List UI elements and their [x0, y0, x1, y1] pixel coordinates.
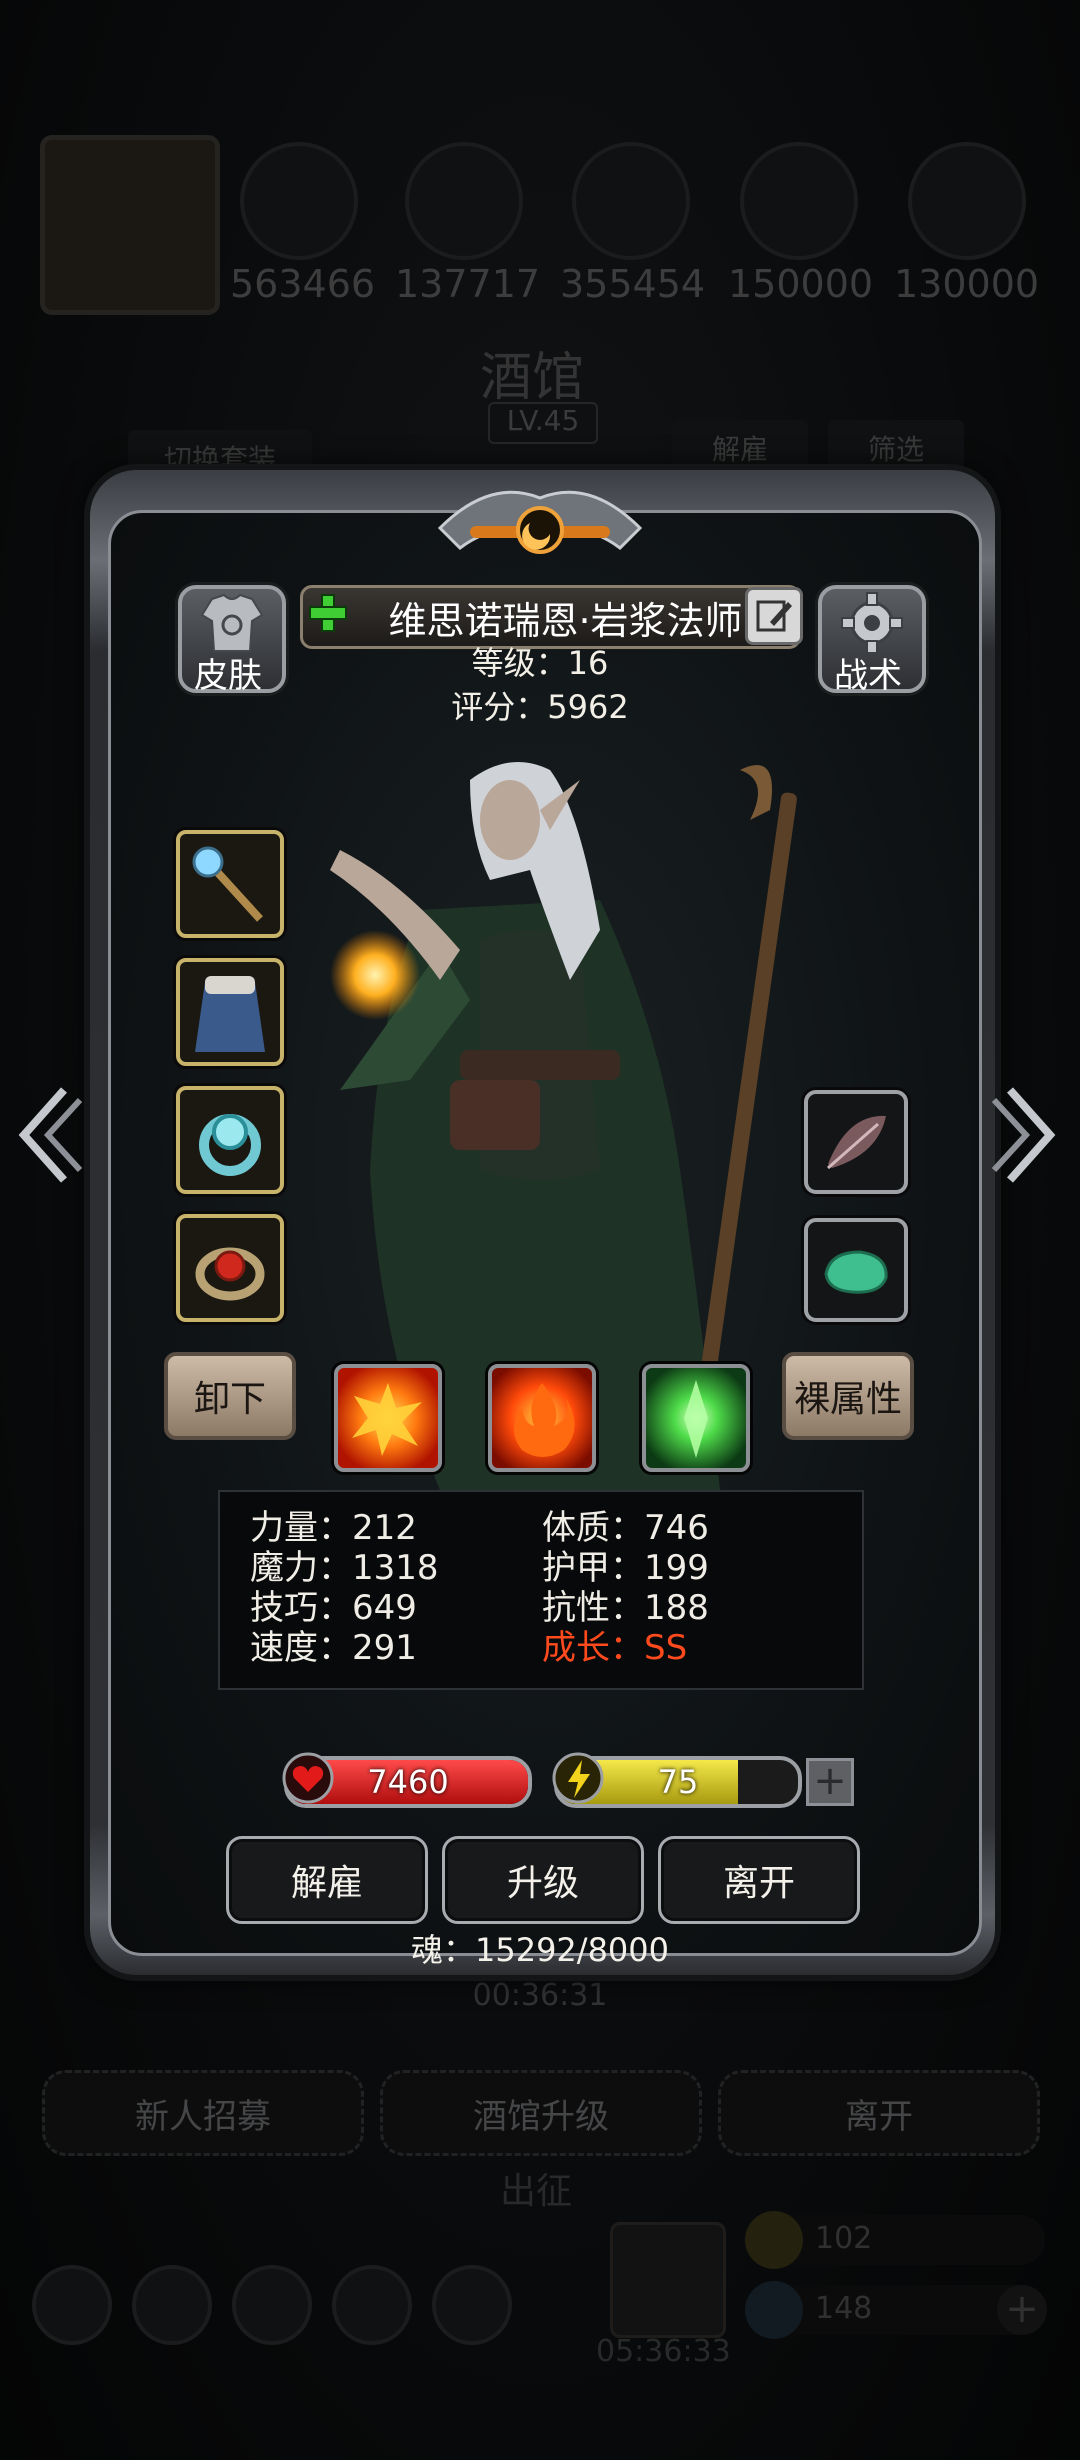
- unequip-button[interactable]: 卸下: [164, 1352, 296, 1440]
- crest-ornament: [437, 490, 643, 554]
- hero-level: 等级：16: [471, 644, 609, 682]
- plus-icon: [309, 594, 347, 632]
- skill-slot-2[interactable]: [488, 1364, 596, 1472]
- stats-panel: 力量：212 魔力：1318 技巧：649 速度：291 体质：746 护甲：1…: [218, 1490, 864, 1690]
- skill-slot-1[interactable]: [334, 1364, 442, 1472]
- upgrade-button[interactable]: 升级: [442, 1836, 644, 1924]
- hero-name: 维思诺瑞恩·岩浆法师: [388, 598, 743, 643]
- next-hero-arrow[interactable]: [990, 1080, 1060, 1190]
- stat-growth: 成长：SS: [542, 1628, 688, 1668]
- equip-slot-ring-2[interactable]: [176, 1214, 284, 1322]
- dismiss-button[interactable]: 解雇: [226, 1836, 428, 1924]
- ring-icon: [199, 1114, 261, 1176]
- explosion-icon: [352, 1383, 422, 1456]
- rename-button[interactable]: [745, 587, 803, 645]
- fire-orb-glow: [330, 930, 420, 1020]
- green-crystal-icon: [684, 1380, 708, 1458]
- staff-icon: [192, 846, 263, 922]
- skill-slot-3[interactable]: [642, 1364, 750, 1472]
- heart-icon: [282, 1752, 334, 1804]
- leave-button[interactable]: 离开: [658, 1836, 860, 1924]
- equip-slot-ring-1[interactable]: [176, 1086, 284, 1194]
- hero-score: 评分：5962: [451, 688, 629, 726]
- equip-slot-accessory-2[interactable]: [804, 1218, 908, 1322]
- feather-icon: [827, 1115, 886, 1170]
- soul-counter: 魂：15292/8000: [410, 1931, 670, 1969]
- jade-stone-icon: [824, 1250, 888, 1294]
- lightning-icon: [552, 1752, 604, 1804]
- equip-slot-accessory-1[interactable]: [804, 1090, 908, 1194]
- equip-slot-armor[interactable]: [176, 958, 284, 1066]
- stat-speed: 速度：291: [250, 1628, 417, 1668]
- naked-stats-button[interactable]: 裸属性: [782, 1352, 914, 1440]
- equip-slot-weapon[interactable]: [176, 830, 284, 938]
- prev-hero-arrow[interactable]: [14, 1080, 84, 1190]
- edit-icon: [756, 600, 792, 632]
- cloak-icon: [195, 976, 265, 1052]
- add-energy-button[interactable]: +: [806, 1758, 854, 1806]
- ruby-ring-icon: [195, 1247, 265, 1301]
- add-hero-button[interactable]: [300, 585, 356, 641]
- flame-icon: [514, 1383, 575, 1457]
